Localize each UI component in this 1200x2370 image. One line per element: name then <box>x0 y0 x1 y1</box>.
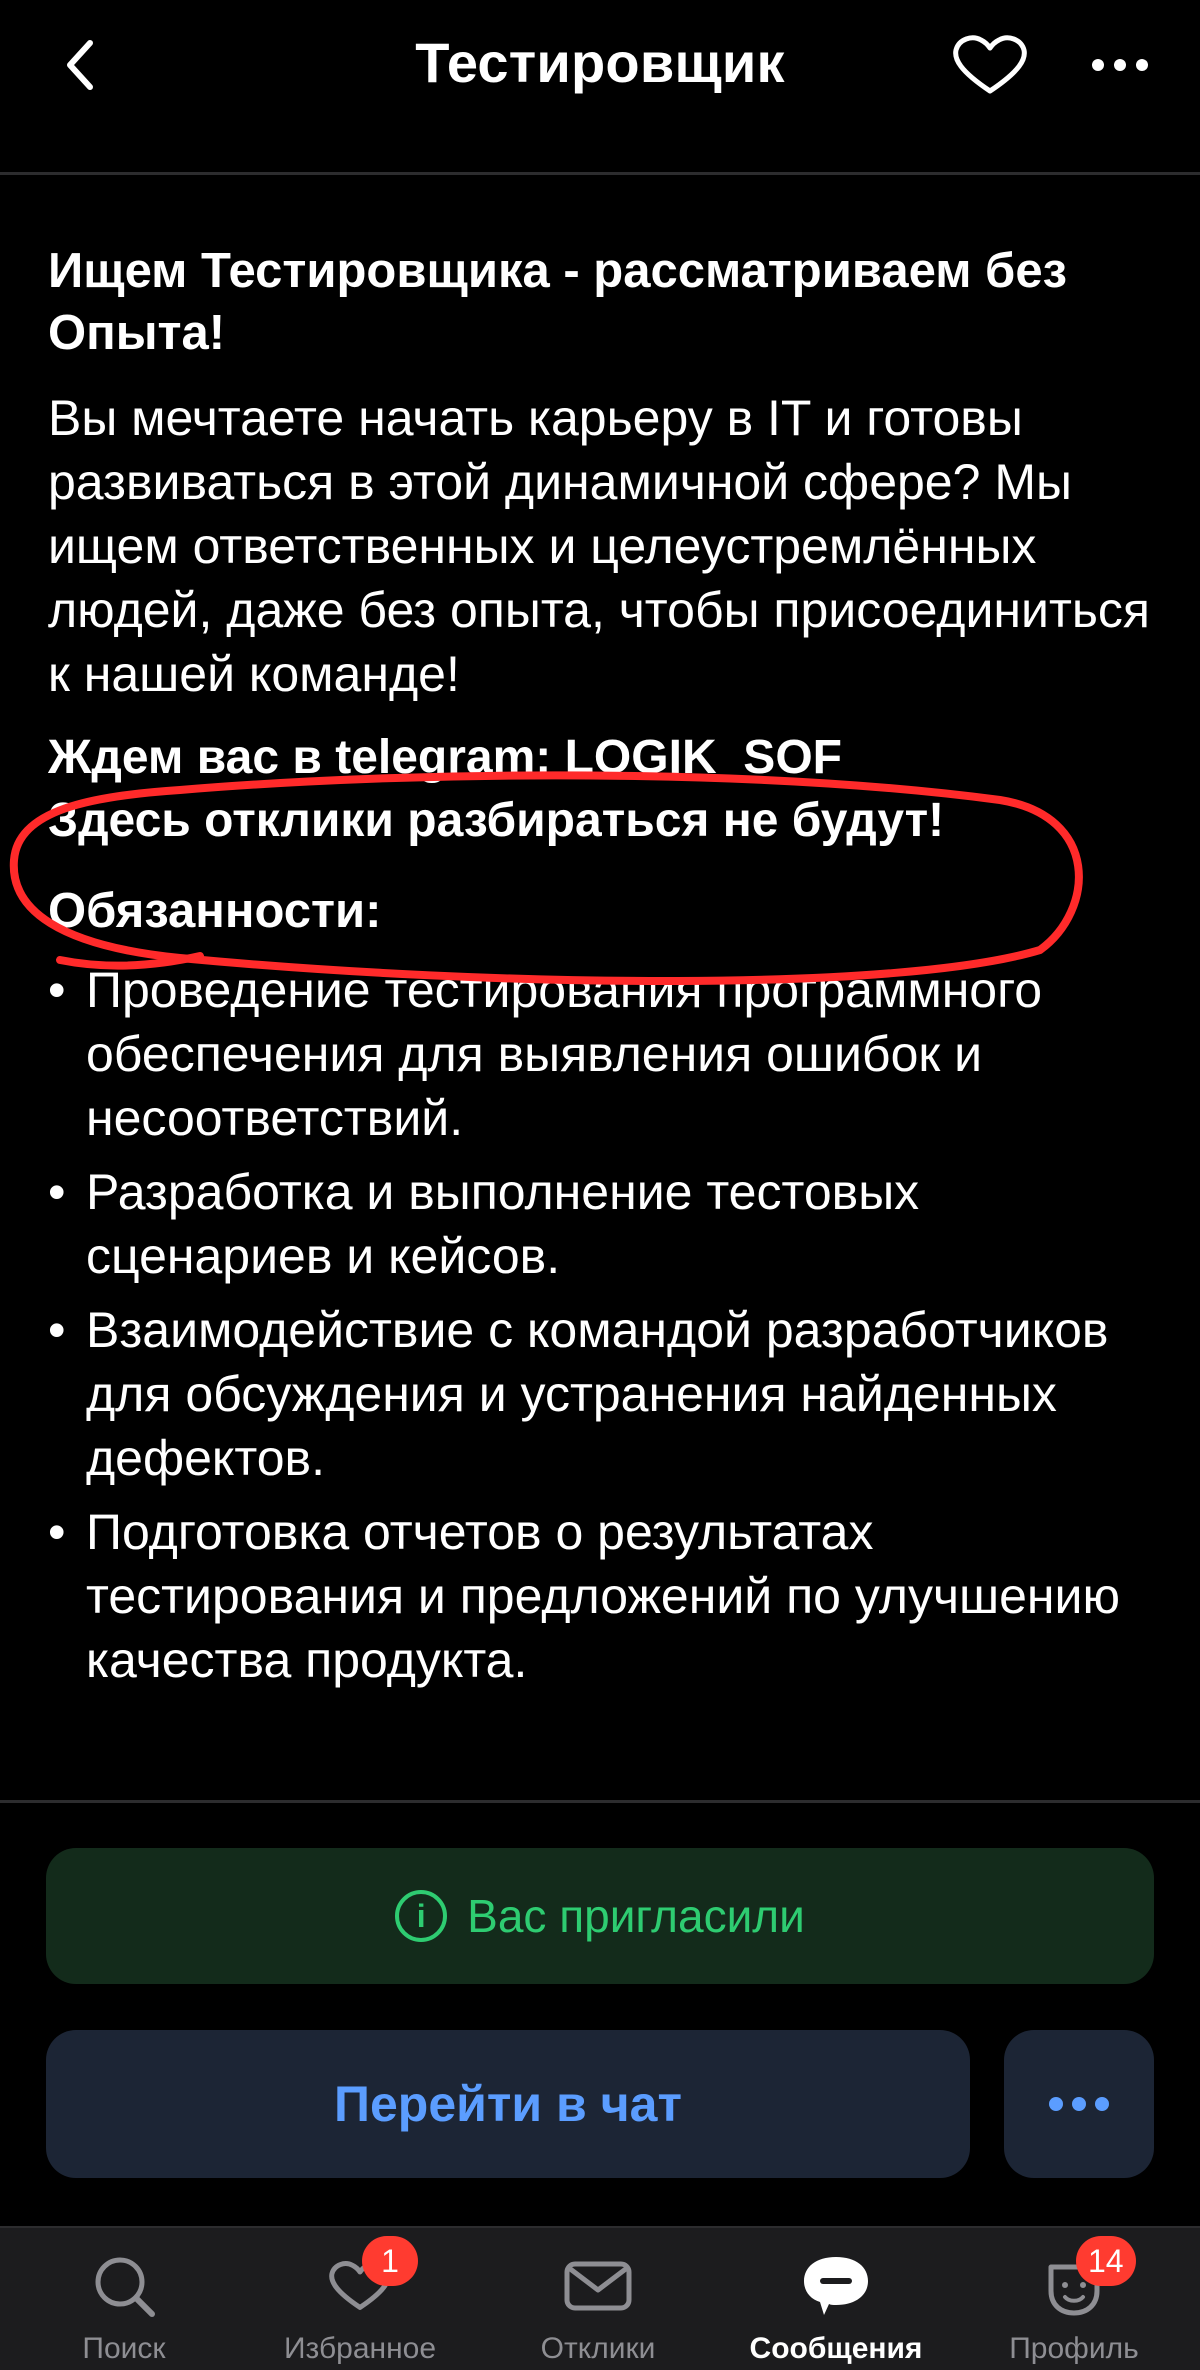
tab-messages[interactable]: Сообщения <box>736 2228 936 2370</box>
invited-label: Вас пригласили <box>467 1890 805 1942</box>
profile-badge: 14 <box>1076 2236 1136 2286</box>
tab-label: Сообщения <box>749 2332 923 2365</box>
duties-list: Проведение тестирования программного обе… <box>48 958 1158 1692</box>
favorite-button[interactable] <box>948 30 1032 100</box>
more-dots-icon <box>1049 2097 1109 2111</box>
favorites-badge: 1 <box>362 2236 418 2286</box>
list-item: Подготовка отчетов о результатах тестиро… <box>48 1500 1158 1692</box>
tab-responses[interactable]: Отклики <box>498 2228 698 2370</box>
tab-profile[interactable]: 14 Профиль <box>974 2228 1174 2370</box>
more-options-button[interactable] <box>1085 30 1155 100</box>
vacancy-description[interactable]: Ищем Тестировщика - рассматриваем без Оп… <box>48 240 1158 1795</box>
chat-bubble-icon <box>804 2257 868 2315</box>
heart-icon <box>953 35 1027 94</box>
header-divider <box>0 172 1200 175</box>
list-item: Разработка и выполнение тестовых сценари… <box>48 1160 1158 1288</box>
envelope-icon <box>564 2261 632 2311</box>
tab-label: Избранное <box>283 2332 437 2365</box>
info-icon: i <box>395 1890 448 1942</box>
vacancy-headline: Ищем Тестировщика - рассматриваем без Оп… <box>48 244 1067 360</box>
list-item: Взаимодействие с командой разработчиков … <box>48 1298 1158 1490</box>
more-actions-button[interactable] <box>1004 2030 1154 2178</box>
more-dots-icon <box>1092 59 1148 71</box>
tab-label: Профиль <box>1009 2332 1139 2365</box>
go-to-chat-button[interactable]: Перейти в чат <box>46 2030 970 2178</box>
tab-label: Поиск <box>82 2332 166 2365</box>
content-divider <box>0 1800 1200 1803</box>
go-to-chat-label: Перейти в чат <box>334 2076 682 2132</box>
top-bar: Тестировщик <box>0 0 1200 175</box>
search-icon <box>95 2257 155 2317</box>
duties-title: Обязанности: <box>48 884 382 938</box>
tab-search[interactable]: Поиск <box>24 2228 224 2370</box>
warning-line: Здесь отклики разбираться не будут! <box>48 794 945 847</box>
contact-line: Ждем вас в telegram: LOGIK_SOF <box>48 731 842 784</box>
list-item: Проведение тестирования программного обе… <box>48 958 1158 1150</box>
tab-favorites[interactable]: 1 Избранное <box>260 2228 460 2370</box>
vacancy-intro: Вы мечтаете начать карьеру в IT и готовы… <box>48 390 1150 702</box>
bottom-tab-bar: Поиск 1 Избранное Отклики Сообщения 14 П… <box>0 2226 1200 2370</box>
invited-status-banner: i Вас пригласили <box>46 1848 1154 1984</box>
tab-label: Отклики <box>540 2332 656 2365</box>
